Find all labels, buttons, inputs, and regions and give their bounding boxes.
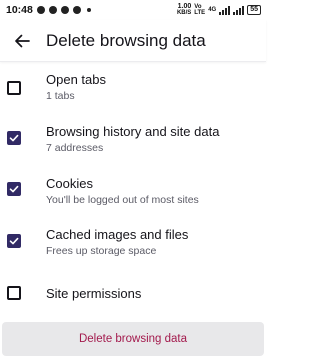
net-speed: 1.00 KB/S <box>176 3 192 16</box>
browsing-history-checkbox[interactable] <box>7 131 21 145</box>
option-cached-images[interactable]: Cached images and files Frees up storage… <box>0 214 266 266</box>
app-status-icon <box>48 6 57 14</box>
site-permissions-checkbox[interactable] <box>7 286 21 300</box>
volte-indicator: Vo LTE <box>194 4 205 16</box>
check-icon <box>9 134 19 142</box>
settings-status-icon <box>36 6 45 14</box>
option-cookies[interactable]: Cookies You'll be logged out of most sit… <box>0 164 266 214</box>
option-title: Browsing history and site data <box>46 124 220 139</box>
status-left: 10:48 <box>6 4 91 16</box>
option-title: Cookies <box>46 176 93 191</box>
net-speed-unit: KB/S <box>176 10 192 16</box>
option-title: Open tabs <box>46 72 106 87</box>
open-tabs-checkbox[interactable] <box>7 81 21 95</box>
option-browsing-history[interactable]: Browsing history and site data 7 address… <box>0 114 266 164</box>
check-icon <box>9 237 19 245</box>
option-title: Cached images and files <box>46 227 189 242</box>
app-bar: Delete browsing data <box>0 20 266 62</box>
check-icon <box>9 185 19 193</box>
signal-2-icon <box>233 5 245 15</box>
option-subtitle: 7 addresses <box>46 142 104 154</box>
option-subtitle: Frees up storage space <box>46 245 157 257</box>
option-subtitle: 1 tabs <box>46 90 75 102</box>
whatsapp-status-icon <box>72 6 81 14</box>
status-right: 1.00 KB/S Vo LTE 4G 55 <box>176 3 261 16</box>
messenger-status-icon <box>60 6 69 14</box>
option-open-tabs[interactable]: Open tabs 1 tabs <box>0 64 266 114</box>
option-site-permissions[interactable]: Site permissions <box>0 270 266 316</box>
network-type: 4G <box>208 7 217 13</box>
arrow-left-icon <box>15 34 30 47</box>
cached-images-checkbox[interactable] <box>7 234 21 248</box>
more-notifications-dot-icon <box>86 8 91 12</box>
battery-icon: 55 <box>247 5 261 15</box>
back-button[interactable] <box>0 20 44 62</box>
status-bar: 10:48 1.00 KB/S Vo LTE 4G 55 <box>0 0 266 20</box>
page-title: Delete browsing data <box>46 30 206 50</box>
cookies-checkbox[interactable] <box>7 182 21 196</box>
signal-icon <box>219 5 231 15</box>
option-subtitle: You'll be logged out of most sites <box>46 194 199 206</box>
volte-bottom: LTE <box>194 10 206 16</box>
status-time: 10:48 <box>6 4 33 16</box>
delete-browsing-data-button[interactable]: Delete browsing data <box>2 322 264 356</box>
option-title: Site permissions <box>46 286 142 301</box>
